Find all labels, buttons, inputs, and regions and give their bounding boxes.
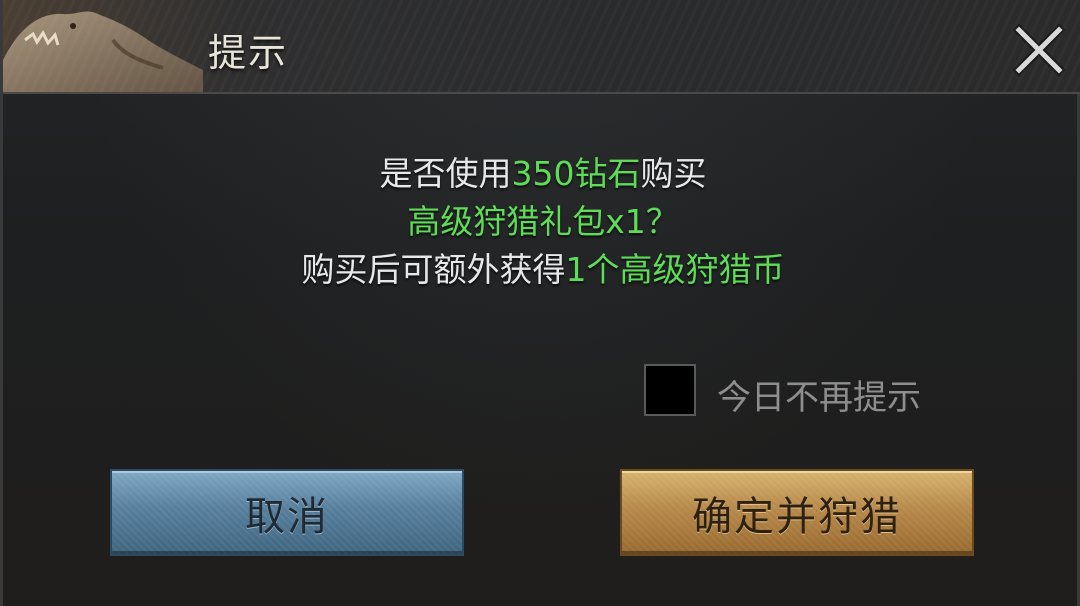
confirm-hunt-button[interactable]: 确定并狩猎 [620,469,974,556]
close-icon[interactable] [1011,22,1067,78]
cancel-button-label: 取消 [245,493,329,540]
dialog-title: 提示 [208,31,289,75]
message-line-1: 是否使用350钻石购买 [3,150,1080,198]
cancel-button[interactable]: 取消 [110,469,464,556]
message-line-1-prefix: 是否使用 [379,154,512,193]
confirm-button-label: 确定并狩猎 [692,493,902,540]
message-line-3-prefix: 购买后可额外获得 [301,250,566,289]
message-line-2: 高级狩猎礼包x1？ [3,198,1080,246]
hint-dialog: 提示 是否使用350钻石购买 高级狩猎礼包x1？ 购买后可额外获得1个高级狩猎币… [0,0,1080,606]
dialog-header: 提示 [3,0,1080,94]
bonus-reward: 1个高级狩猎币 [565,250,785,289]
purchase-message: 是否使用350钻石购买 高级狩猎礼包x1？ 购买后可额外获得1个高级狩猎币 [3,150,1080,294]
message-line-1-suffix: 购买 [640,154,707,193]
dont-show-today-checkbox[interactable] [644,364,696,416]
package-name: 高级狩猎礼包x1？ [407,202,679,241]
dont-show-today-label[interactable]: 今日不再提示 [717,370,921,419]
diamond-cost: 350钻石 [511,154,641,193]
dinosaur-art [3,11,203,92]
message-line-3: 购买后可额外获得1个高级狩猎币 [3,246,1080,294]
